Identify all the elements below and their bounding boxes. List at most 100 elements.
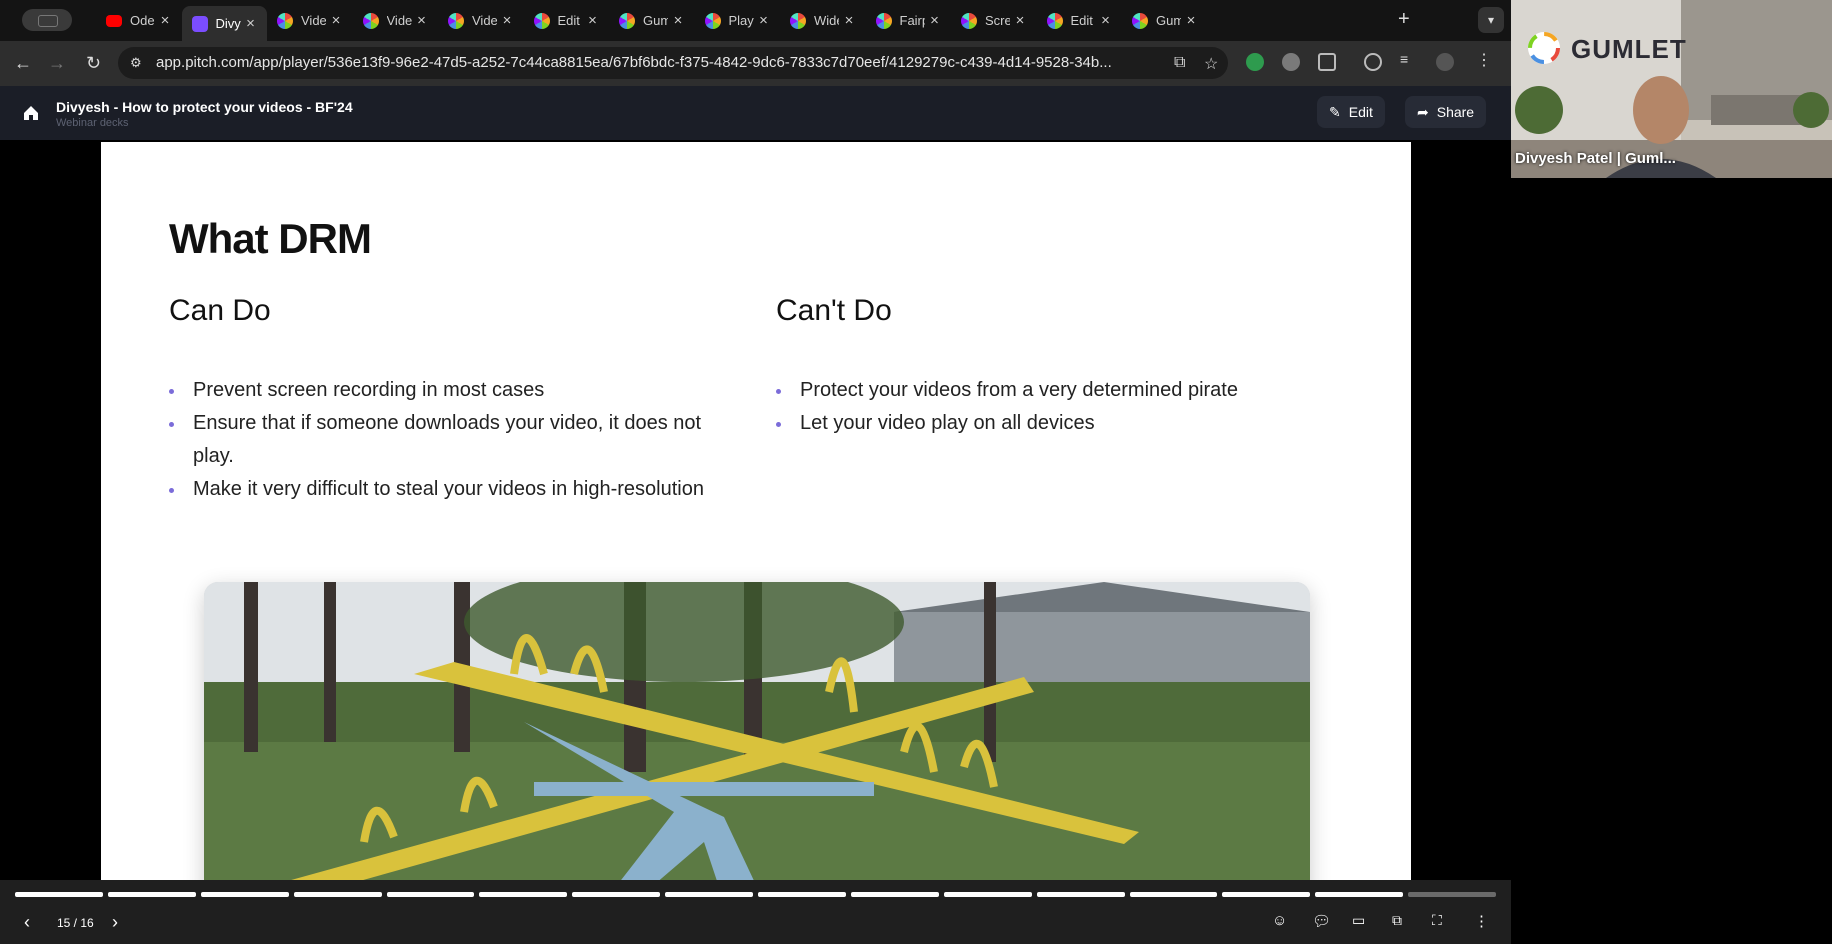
install-app-icon[interactable]: ⧉	[1174, 54, 1185, 72]
browser-window: Ode t×Divye×Video×Video×Video×Edit l×Gum…	[0, 0, 1511, 944]
progress-segment[interactable]	[758, 892, 846, 897]
page-counter: 15 / 16	[57, 916, 94, 930]
tab-label: Fairp	[899, 13, 925, 28]
player-controls: ‹ 15 / 16 › ☺ 💬︎ ▭ ⧉ ⛶ ⋮	[0, 900, 1511, 944]
progress-segment[interactable]	[1036, 892, 1125, 897]
share-button[interactable]: ➦ Share	[1405, 96, 1487, 128]
extension-icon[interactable]	[1282, 53, 1300, 71]
browser-tab[interactable]: Wide×	[780, 6, 865, 35]
tab-close-icon[interactable]: ×	[1010, 12, 1030, 29]
tab-label: Divye	[215, 16, 241, 31]
reload-icon[interactable]: ↻	[86, 53, 101, 74]
progress-segment[interactable]	[1408, 892, 1496, 897]
browser-tab[interactable]: Divye×	[181, 6, 267, 41]
cant-do-list: Protect your videos from a very determin…	[774, 374, 1334, 440]
url-text[interactable]: app.pitch.com/app/player/536e13f9-96e2-4…	[156, 54, 1196, 71]
tab-close-icon[interactable]: ×	[1096, 12, 1116, 29]
comment-icon[interactable]: 💬︎	[1312, 912, 1331, 930]
can-do-list: Prevent screen recording in most cases E…	[167, 374, 727, 506]
back-arrow-icon[interactable]: ←	[14, 53, 32, 74]
tab-strip: Ode t×Divye×Video×Video×Video×Edit l×Gum…	[0, 0, 1511, 41]
edit-button[interactable]: ✎ Edit	[1317, 96, 1385, 128]
progress-segment[interactable]	[1222, 892, 1311, 897]
slide-progress[interactable]	[15, 892, 1496, 897]
sync-icon[interactable]	[1364, 53, 1382, 71]
presenter-view-icon[interactable]: ▭	[1352, 912, 1365, 929]
browser-tab[interactable]: Scre ×	[951, 6, 1036, 35]
tab-label: Wide	[814, 13, 839, 28]
browser-menu-icon[interactable]: ⋮	[1476, 50, 1494, 69]
forward-arrow-icon[interactable]: →	[48, 53, 66, 74]
progress-segment[interactable]	[850, 892, 939, 897]
extensions-puzzle-icon[interactable]	[1318, 53, 1336, 71]
tab-label: Guml	[643, 13, 668, 28]
bookmark-star-icon[interactable]: ☆	[1204, 54, 1218, 74]
tab-close-icon[interactable]: ×	[1181, 12, 1201, 29]
browser-toolbar: ← → ↻ ⚙ app.pitch.com/app/player/536e13f…	[0, 41, 1511, 86]
pencil-icon: ✎	[1329, 103, 1341, 120]
slide: What DRM Can Do Can't Do Prevent screen …	[101, 142, 1411, 880]
progress-segment[interactable]	[386, 892, 475, 897]
browser-tab[interactable]: Video×	[267, 6, 352, 35]
tab-close-icon[interactable]: ×	[412, 12, 432, 29]
site-settings-icon[interactable]: ⚙	[130, 55, 144, 70]
reading-list-icon[interactable]: ≡	[1400, 51, 1418, 69]
browser-tab[interactable]: Edit ×	[1037, 6, 1122, 35]
gumlet-icon	[1046, 12, 1063, 29]
tab-close-icon[interactable]: ×	[925, 12, 945, 29]
tab-label: Video	[301, 13, 326, 28]
can-do-heading: Can Do	[169, 294, 271, 327]
presentation-title: Divyesh - How to protect your videos - B…	[56, 99, 353, 115]
grammarly-extension-icon[interactable]	[1246, 53, 1264, 71]
browser-tab[interactable]: Ode t×	[96, 6, 181, 35]
address-bar[interactable]: ⚙ app.pitch.com/app/player/536e13f9-96e2…	[118, 47, 1228, 79]
presentation-folder[interactable]: Webinar decks	[56, 117, 129, 129]
tab-close-icon[interactable]: ×	[839, 12, 859, 29]
progress-segment[interactable]	[293, 892, 382, 897]
more-options-icon[interactable]: ⋮	[1474, 912, 1489, 930]
browser-tab[interactable]: Edit l×	[524, 6, 609, 35]
tab-close-icon[interactable]: ×	[241, 15, 261, 32]
progress-segment[interactable]	[1129, 892, 1218, 897]
progress-segment[interactable]	[107, 892, 196, 897]
home-icon[interactable]	[22, 104, 40, 122]
browser-tab[interactable]: Guml×	[609, 6, 694, 35]
slide-title: What DRM	[169, 215, 372, 262]
tab-close-icon[interactable]: ×	[326, 12, 346, 29]
tab-close-icon[interactable]: ×	[155, 12, 175, 29]
tab-close-icon[interactable]: ×	[497, 12, 517, 29]
next-slide-icon[interactable]: ›	[112, 912, 118, 933]
progress-segment[interactable]	[1315, 892, 1404, 897]
tab-search-chevron-icon[interactable]: ▾	[1478, 7, 1504, 33]
fullscreen-icon[interactable]: ⛶	[1432, 912, 1442, 929]
new-tab-plus-icon[interactable]: +	[1398, 8, 1410, 31]
tab-label: Scre	[985, 13, 1010, 28]
picture-in-picture-icon[interactable]: ⧉	[1392, 912, 1402, 929]
pitch-header: Divyesh - How to protect your videos - B…	[0, 86, 1511, 140]
gumlet-icon	[277, 12, 293, 29]
browser-tab[interactable]: Playe×	[695, 6, 780, 35]
gumlet-icon	[790, 12, 806, 29]
browser-tab[interactable]: Video×	[438, 6, 523, 35]
tab-close-icon[interactable]: ×	[754, 12, 774, 29]
previous-slide-icon[interactable]: ‹	[24, 912, 30, 933]
progress-segment[interactable]	[572, 892, 661, 897]
list-item: Ensure that if someone downloads your vi…	[167, 407, 727, 473]
share-arrow-icon: ➦	[1417, 103, 1429, 120]
browser-tab[interactable]: Video×	[353, 6, 438, 35]
browser-tab[interactable]: Guml×	[1122, 6, 1207, 35]
tab-close-icon[interactable]: ×	[668, 12, 688, 29]
progress-segment[interactable]	[200, 892, 289, 897]
progress-segment[interactable]	[15, 892, 103, 897]
tab-label: Playe	[728, 13, 754, 28]
gumlet-icon	[619, 12, 635, 29]
progress-segment[interactable]	[665, 892, 753, 897]
progress-segment[interactable]	[479, 892, 568, 897]
window-controls[interactable]	[22, 9, 72, 31]
progress-segment[interactable]	[943, 892, 1032, 897]
tab-label: Video	[472, 13, 497, 28]
reaction-emoji-icon[interactable]: ☺	[1272, 912, 1287, 929]
browser-tab[interactable]: Fairp×	[866, 6, 951, 35]
profile-avatar[interactable]	[1436, 53, 1454, 71]
tab-close-icon[interactable]: ×	[583, 12, 603, 29]
